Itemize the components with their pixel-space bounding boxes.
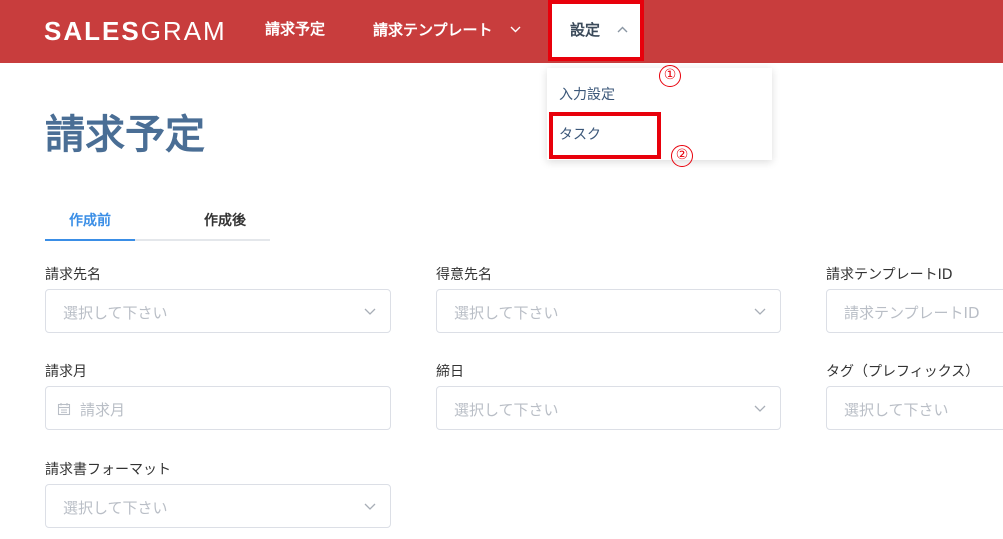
annotation-marker-2: ②: [671, 145, 693, 167]
customer-label: 得意先名: [436, 267, 492, 283]
calendar-icon: [57, 401, 71, 416]
status-tabs: 作成前 作成後: [45, 202, 270, 241]
billing-month-label: 請求月: [45, 364, 87, 380]
menu-item-input-settings[interactable]: 入力設定: [559, 84, 615, 104]
nav-billing-schedule-label: 請求予定: [265, 20, 326, 38]
logo-bold-text: SALES: [44, 16, 141, 46]
nav-billing-templates-label: 請求テンプレート: [373, 21, 493, 39]
nav-billing-schedule[interactable]: 請求予定: [265, 0, 325, 63]
annotation-highlight-tasks: [549, 112, 661, 159]
page-title: 請求予定: [45, 112, 205, 158]
billing-month-placeholder: 請求月: [80, 401, 126, 419]
customer-select[interactable]: 選択して下さい: [436, 289, 781, 333]
chevron-down-icon: [363, 498, 377, 512]
billing-to-label: 請求先名: [45, 267, 101, 283]
invoice-format-label: 請求書フォーマット: [45, 462, 171, 478]
logo-light-text: GRAM: [140, 16, 227, 46]
closing-day-select[interactable]: 選択して下さい: [436, 386, 781, 430]
active-tab-indicator: [45, 239, 135, 241]
chevron-down-icon: [753, 303, 767, 317]
closing-day-label: 締日: [436, 364, 464, 380]
tag-prefix-select[interactable]: 選択して下さい: [826, 386, 1003, 430]
chevron-down-icon: [363, 303, 377, 317]
nav-settings-label: 設定: [570, 21, 601, 39]
invoice-format-select[interactable]: 選択して下さい: [45, 484, 391, 528]
tab-before-creation[interactable]: 作成前: [45, 210, 135, 230]
billing-month-datepicker[interactable]: 請求月: [45, 386, 391, 430]
salesgram-logo[interactable]: SALESGRAM: [44, 14, 227, 48]
annotation-marker-1: ①: [659, 65, 681, 87]
tag-prefix-placeholder: 選択して下さい: [844, 401, 949, 419]
closing-day-placeholder: 選択して下さい: [454, 401, 559, 419]
template-id-input[interactable]: 請求テンプレートID: [826, 289, 1003, 333]
nav-settings[interactable]: 設定: [548, 0, 644, 61]
template-id-label: 請求テンプレートID: [826, 267, 953, 283]
chevron-down-icon: [753, 400, 767, 414]
top-navigation-bar: SALESGRAM 請求予定 請求テンプレート 設定: [0, 0, 1003, 63]
chevron-up-icon: [617, 4, 628, 56]
billing-to-placeholder: 選択して下さい: [63, 304, 168, 322]
nav-billing-templates[interactable]: 請求テンプレート: [373, 0, 521, 63]
invoice-format-placeholder: 選択して下さい: [63, 499, 168, 517]
chevron-down-icon: [510, 0, 521, 59]
tag-prefix-label: タグ（プレフィックス）: [826, 364, 980, 380]
template-id-placeholder: 請求テンプレートID: [844, 304, 980, 322]
tab-after-creation[interactable]: 作成後: [180, 210, 270, 230]
customer-placeholder: 選択して下さい: [454, 304, 559, 322]
page: SALESGRAM 請求予定 請求テンプレート 設定 請求予定 入力設定 タスク…: [0, 0, 1003, 539]
billing-to-select[interactable]: 選択して下さい: [45, 289, 391, 333]
